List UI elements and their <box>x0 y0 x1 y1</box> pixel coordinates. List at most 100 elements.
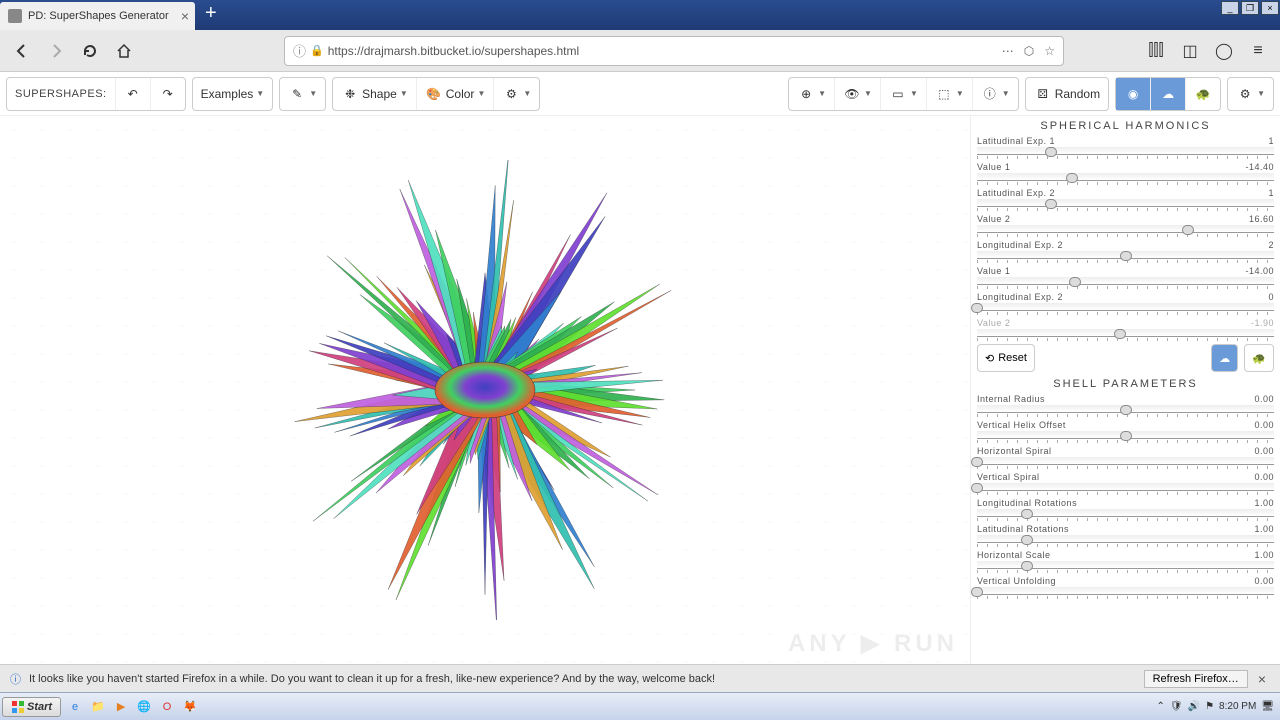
home-button[interactable] <box>110 37 138 65</box>
library-icon[interactable]: ⫿⫿⫿ <box>1142 37 1170 65</box>
slider-thumb[interactable] <box>971 457 983 467</box>
minimize-button[interactable]: _ <box>1221 1 1239 15</box>
edit-button[interactable]: ✎▼ <box>280 78 325 110</box>
slider-track[interactable] <box>977 225 1274 233</box>
more-icon[interactable]: ⋯ <box>1002 44 1014 58</box>
back-button[interactable] <box>8 37 36 65</box>
canvas-viewport[interactable]: ANY ▶ RUN <box>0 116 970 664</box>
slider-track[interactable] <box>977 147 1274 155</box>
slider-thumb[interactable] <box>971 587 983 597</box>
slider-label: Value 1 <box>977 266 1010 276</box>
tray-expand-icon[interactable]: ⌃ <box>1157 701 1165 712</box>
slider-track[interactable] <box>977 329 1274 337</box>
task-ie-icon[interactable]: e <box>65 697 85 717</box>
start-button[interactable]: Start <box>2 697 61 717</box>
new-tab-button[interactable]: + <box>195 0 227 27</box>
reset-icon: ⟲ <box>985 352 994 365</box>
window-titlebar: PD: SuperShapes Generator × + _ ❐ × <box>0 0 1280 30</box>
slider-track[interactable] <box>977 587 1274 595</box>
slider-track[interactable] <box>977 199 1274 207</box>
url-bar[interactable]: ⓘ 🔒 https://drajmarsh.bitbucket.io/super… <box>284 36 1064 66</box>
sidebar-icon[interactable]: ◫ <box>1176 37 1204 65</box>
slider-value: -14.40 <box>1245 162 1274 172</box>
slider-track[interactable] <box>977 303 1274 311</box>
menu-icon[interactable]: ≡ <box>1244 37 1272 65</box>
cube-button[interactable]: ⬚▼ <box>926 78 972 110</box>
browser-tab[interactable]: PD: SuperShapes Generator × <box>0 2 195 30</box>
mode-cloud-button[interactable]: ☁ <box>1150 78 1185 110</box>
refresh-firefox-button[interactable]: Refresh Firefox… <box>1144 670 1248 688</box>
slider-thumb[interactable] <box>1182 225 1194 235</box>
panel-cloud-button[interactable]: ☁ <box>1211 344 1238 372</box>
shape-dropdown[interactable]: ❉Shape▼ <box>333 78 416 110</box>
restore-button[interactable]: ❐ <box>1241 1 1259 15</box>
panel-settings-button[interactable]: ⚙▼ <box>1228 78 1273 110</box>
slider-row: Value 2-1.90 <box>977 318 1274 341</box>
info-icon[interactable]: ⓘ <box>293 41 306 60</box>
watermark: ANY ▶ RUN <box>788 629 958 658</box>
tray-volume-icon[interactable]: 🔊 <box>1188 701 1200 712</box>
forward-button[interactable] <box>42 37 70 65</box>
panel-turtle-button[interactable]: 🐢 <box>1244 344 1274 372</box>
slider-thumb[interactable] <box>1120 431 1132 441</box>
slider-track[interactable] <box>977 561 1274 569</box>
settings-button[interactable]: ⚙▼ <box>493 78 539 110</box>
screen-button[interactable]: ▭▼ <box>880 78 926 110</box>
task-explorer-icon[interactable]: 📁 <box>88 697 108 717</box>
account-icon[interactable]: ◯ <box>1210 37 1238 65</box>
view-button[interactable]: 👁▼ <box>834 78 880 110</box>
slider-thumb[interactable] <box>1045 147 1057 157</box>
mode-sphere-button[interactable]: ◉ <box>1116 78 1150 110</box>
tray-desktop-icon[interactable]: 🖥 <box>1261 701 1274 712</box>
random-button[interactable]: ⚄Random <box>1026 78 1108 110</box>
redo-button[interactable]: ↷ <box>150 78 185 110</box>
slider-thumb[interactable] <box>1021 509 1033 519</box>
mode-animal-button[interactable]: 🐢 <box>1185 78 1220 110</box>
slider-track[interactable] <box>977 173 1274 181</box>
task-chrome-icon[interactable]: 🌐 <box>134 697 154 717</box>
task-opera-icon[interactable]: O <box>157 697 177 717</box>
browser-navbar: ⓘ 🔒 https://drajmarsh.bitbucket.io/super… <box>0 30 1280 72</box>
redo-icon: ↷ <box>159 85 177 103</box>
slider-row: Vertical Spiral0.00 <box>977 472 1274 495</box>
slider-label: Horizontal Scale <box>977 550 1051 560</box>
slider-thumb[interactable] <box>1066 173 1078 183</box>
slider-thumb[interactable] <box>1114 329 1126 339</box>
close-window-button[interactable]: × <box>1261 1 1279 15</box>
reset-button[interactable]: ⟲Reset <box>977 344 1035 372</box>
reload-button[interactable] <box>76 37 104 65</box>
slider-thumb[interactable] <box>971 303 983 313</box>
slider-track[interactable] <box>977 457 1274 465</box>
pocket-icon[interactable]: ⬡ <box>1024 44 1034 58</box>
undo-button[interactable]: ↶ <box>115 78 150 110</box>
task-firefox-icon[interactable]: 🦊 <box>180 697 200 717</box>
slider-value: 0.00 <box>1254 576 1274 586</box>
bookmark-icon[interactable]: ☆ <box>1044 44 1055 58</box>
slider-thumb[interactable] <box>1120 405 1132 415</box>
slider-track[interactable] <box>977 535 1274 543</box>
slider-track[interactable] <box>977 431 1274 439</box>
slider-thumb[interactable] <box>1021 561 1033 571</box>
close-tab-icon[interactable]: × <box>181 8 189 24</box>
close-notification-button[interactable]: × <box>1254 671 1270 687</box>
slider-thumb[interactable] <box>1021 535 1033 545</box>
tray-shield-icon[interactable]: 🛡 <box>1170 701 1183 712</box>
slider-thumb[interactable] <box>1045 199 1057 209</box>
slider-track[interactable] <box>977 251 1274 259</box>
slider-track[interactable] <box>977 509 1274 517</box>
slider-track[interactable] <box>977 483 1274 491</box>
slider-thumb[interactable] <box>1120 251 1132 261</box>
slider-row: Latitudinal Rotations1.00 <box>977 524 1274 547</box>
slider-thumb[interactable] <box>971 483 983 493</box>
slider-track[interactable] <box>977 277 1274 285</box>
color-dropdown[interactable]: 🎨Color▼ <box>416 78 494 110</box>
slider-track[interactable] <box>977 405 1274 413</box>
task-media-icon[interactable]: ▶ <box>111 697 131 717</box>
examples-dropdown[interactable]: Examples▼ <box>193 78 273 110</box>
orbit-button[interactable]: ⊕▼ <box>789 78 834 110</box>
slider-thumb[interactable] <box>1069 277 1081 287</box>
tray-flag-icon[interactable]: ⚑ <box>1205 701 1214 712</box>
screen-icon: ▭ <box>889 85 907 103</box>
slider-label: Horizontal Spiral <box>977 446 1052 456</box>
info-button[interactable]: ⓘ▼ <box>972 78 1018 110</box>
